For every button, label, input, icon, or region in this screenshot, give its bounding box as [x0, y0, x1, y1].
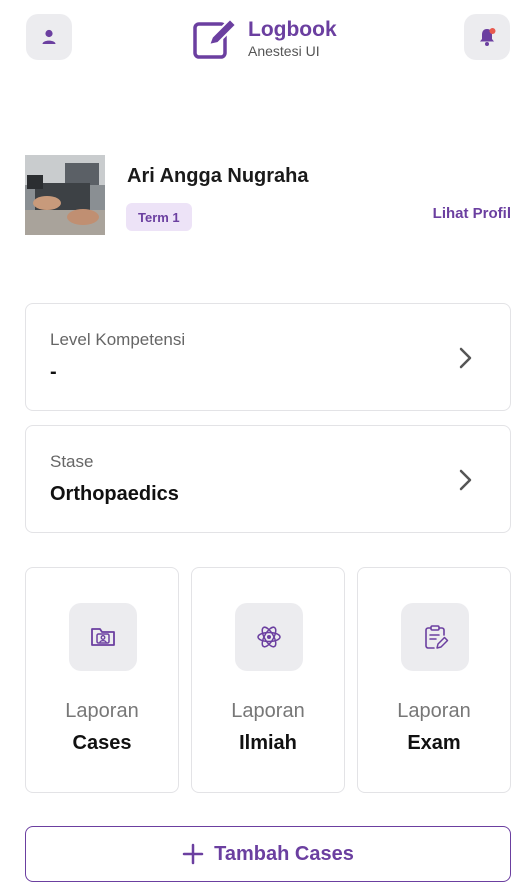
notifications-button[interactable]: [464, 14, 510, 60]
report-cases-title: Cases: [72, 732, 132, 754]
report-exam-title: Exam: [407, 732, 461, 754]
edit-note-icon: [193, 17, 238, 59]
stase-label: Stase: [50, 452, 94, 471]
profile-summary: Ari Angga Nugraha Term 1 Lihat Profil: [25, 155, 511, 235]
app-subtitle: Anestesi UI: [248, 43, 320, 59]
add-cases-label: Tambah Cases: [214, 842, 354, 865]
term-badge: Term 1: [126, 203, 192, 231]
bell-icon: [480, 28, 496, 46]
stase-value: Orthopaedics: [50, 483, 179, 505]
clipboard-edit-icon: [425, 625, 449, 649]
report-exam-caption: Laporan: [397, 700, 471, 722]
level-competency-value: -: [50, 361, 57, 383]
user-icon: [42, 29, 56, 44]
view-profile-link[interactable]: Lihat Profil: [433, 205, 511, 222]
folder-user-icon: [91, 628, 115, 646]
report-ilmiah-caption: Laporan: [231, 700, 305, 722]
avatar: [25, 155, 105, 235]
add-cases-button[interactable]: Tambah Cases: [25, 826, 511, 882]
report-ilmiah-tile[interactable]: Laporan Ilmiah: [191, 567, 345, 793]
chevron-right-icon: [459, 347, 472, 369]
brand: Logbook Anestesi UI: [192, 16, 337, 62]
user-name: Ari Angga Nugraha: [127, 165, 309, 187]
level-competency-label: Level Kompetensi: [50, 330, 186, 349]
app-title: Logbook: [248, 18, 337, 41]
atom-icon: [257, 626, 281, 648]
report-ilmiah-title: Ilmiah: [239, 732, 297, 754]
top-bar: Logbook Anestesi UI: [0, 0, 530, 80]
report-cases-tile[interactable]: Laporan Cases: [25, 567, 179, 793]
plus-icon: [182, 843, 204, 865]
report-cases-caption: Laporan: [65, 700, 139, 722]
chevron-right-icon: [459, 469, 472, 491]
stase-card[interactable]: Stase Orthopaedics: [25, 425, 511, 533]
profile-button[interactable]: [26, 14, 72, 60]
level-competency-card[interactable]: Level Kompetensi -: [25, 303, 511, 411]
report-exam-tile[interactable]: Laporan Exam: [357, 567, 511, 793]
